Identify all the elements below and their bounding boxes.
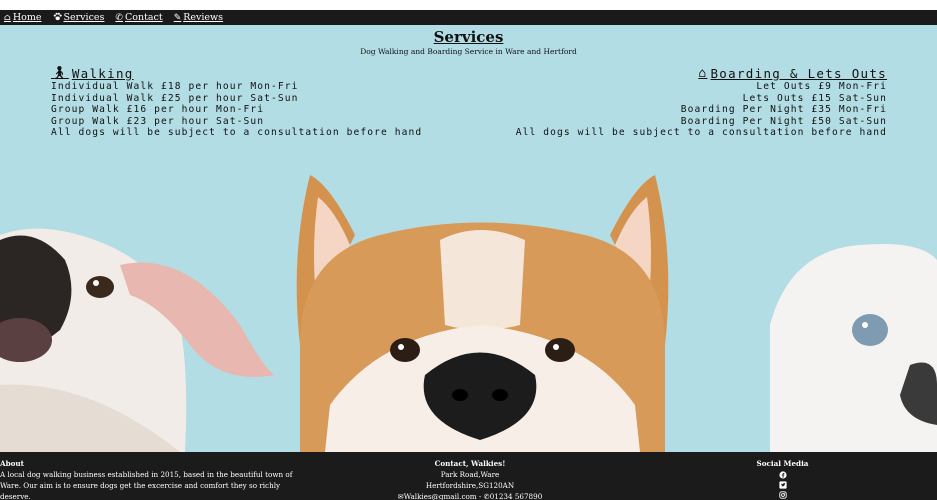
separator: -: [478, 492, 482, 500]
boarding-line: All dogs will be subject to a consultati…: [515, 127, 887, 139]
phone-icon: ✆: [115, 12, 123, 23]
boarding-heading-label: Boarding & Lets Outs: [710, 66, 887, 81]
services-hero: Services Dog Walking and Boarding Servic…: [0, 25, 937, 452]
walking-line: Individual Walk £18 per hour Mon-Fri: [51, 81, 299, 92]
boarding-line: Boarding Per Night £50 Sat-Sun: [680, 115, 887, 127]
top-strip: [0, 0, 937, 10]
footer-about-text: deserve.: [0, 492, 31, 500]
walking-line: Group Walk £16 per hour Mon-Fri: [51, 104, 265, 116]
walking-heading-label: Walking: [71, 66, 134, 81]
footer-social: Social Media: [720, 458, 845, 500]
footer-address-line: Hertfordshire,SG120AN: [425, 481, 515, 490]
footer-phone-link[interactable]: 01234 567890: [490, 492, 543, 500]
footer-address-line: Park Road,Ware: [440, 470, 500, 479]
nav-contact-link[interactable]: ✆ Contact: [115, 12, 162, 23]
main-navbar: ⌂ Home Services ✆ Contact ✎ Reviews: [0, 10, 937, 25]
nav-reviews-label: Reviews: [183, 12, 224, 23]
footer-about: About A local dog walking business estab…: [0, 458, 320, 500]
footer-about-text: A local dog walking business established…: [0, 470, 293, 479]
home-icon: ⌂: [4, 12, 11, 23]
walking-line: Individual Walk £25 per hour Sat-Sun: [51, 92, 299, 104]
walking-line: Group Walk £23 per hour Sat-Sun: [51, 115, 265, 127]
instagram-icon[interactable]: [778, 491, 787, 499]
left-dog-illustration: [0, 228, 275, 452]
pencil-icon: ✎: [173, 12, 182, 23]
site-footer: About A local dog walking business estab…: [0, 452, 937, 500]
boarding-heading: ⌂ Boarding & Lets Outs: [516, 67, 887, 81]
nav-contact-label: Contact: [124, 12, 163, 23]
walking-heading: 🚶︎ Walking: [51, 67, 422, 81]
page-subtitle: Dog Walking and Boarding Service in Ware…: [360, 47, 577, 56]
nav-reviews-link[interactable]: ✎ Reviews: [174, 12, 223, 23]
center-dog-illustration: [296, 175, 669, 452]
right-dog-illustration: [770, 244, 937, 452]
nav-home-label: Home: [12, 12, 42, 23]
boarding-line: Let Outs £9 Mon-Fri: [756, 81, 887, 92]
nav-home-link[interactable]: ⌂ Home: [4, 12, 42, 23]
footer-email-link[interactable]: Walkies@gmail.com: [404, 492, 477, 500]
paw-icon: [53, 12, 62, 24]
boarding-line: Boarding Per Night £35 Mon-Fri: [680, 104, 887, 116]
boarding-line: Lets Outs £15 Sat-Sun: [742, 92, 887, 104]
footer-contact-heading: Contact, Walkies!: [434, 459, 506, 468]
page-title: Services: [433, 28, 504, 46]
footer-contact-details: ✉Walkies@gmail.com - ✆01234 567890: [380, 491, 560, 500]
footer-contact: Contact, Walkies! Park Road,Ware Hertfor…: [380, 458, 560, 500]
home-icon: ⌂: [698, 66, 708, 81]
facebook-icon[interactable]: [778, 471, 787, 479]
footer-social-heading: Social Media: [756, 459, 809, 468]
nav-services-label: Services: [63, 12, 105, 23]
walking-person-icon: 🚶︎: [51, 66, 69, 81]
walking-prices: 🚶︎ Walking Individual Walk £18 per hour …: [51, 67, 422, 139]
footer-about-heading: About: [0, 459, 24, 468]
nav-services-link[interactable]: Services: [53, 12, 105, 24]
footer-about-text: Ware. Our aim is to ensure dogs get the …: [0, 481, 281, 490]
walking-line: All dogs will be subject to a consultati…: [51, 127, 423, 139]
boarding-prices: ⌂ Boarding & Lets Outs Let Outs £9 Mon-F…: [516, 67, 887, 139]
twitter-icon[interactable]: [778, 481, 787, 489]
